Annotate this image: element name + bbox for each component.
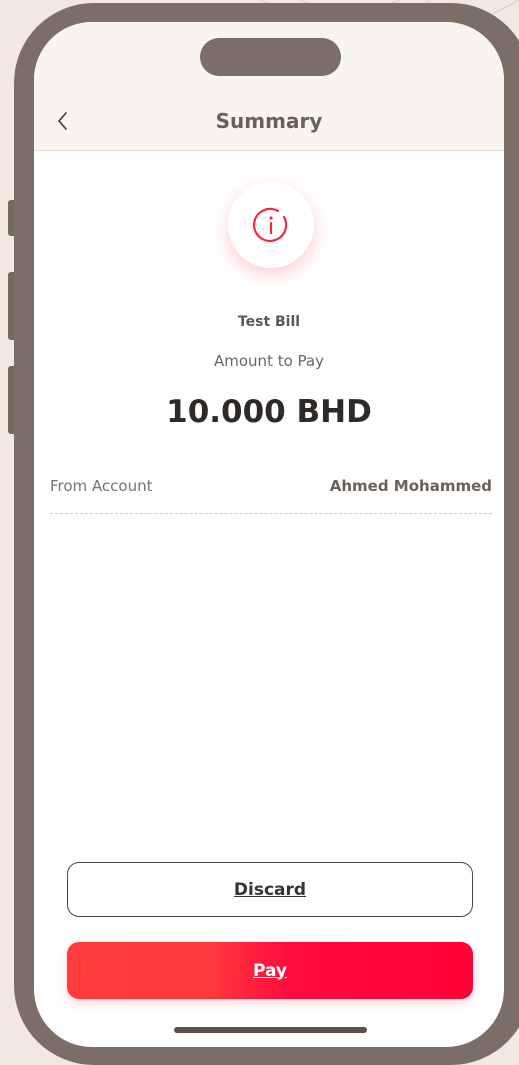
info-icon (253, 207, 288, 242)
amount-label: Amount to Pay (214, 352, 324, 370)
page-title: Summary (215, 109, 323, 133)
pay-button[interactable]: Pay (67, 942, 473, 999)
info-badge (228, 182, 314, 268)
detail-row-from-account: From Account Ahmed Mohammed (50, 477, 492, 514)
app-header: Summary (34, 22, 504, 151)
discard-button[interactable]: Discard (67, 862, 473, 917)
phone-screen: Summary Test Bill Amount to Pay 10.000 B… (34, 22, 504, 1047)
detail-value: Ahmed Mohammed (329, 477, 492, 495)
amount-value: 10.000 BHD (166, 394, 372, 430)
dynamic-island (200, 38, 341, 76)
detail-label: From Account (50, 477, 153, 495)
bill-name: Test Bill (237, 314, 301, 330)
home-indicator (174, 1027, 367, 1033)
